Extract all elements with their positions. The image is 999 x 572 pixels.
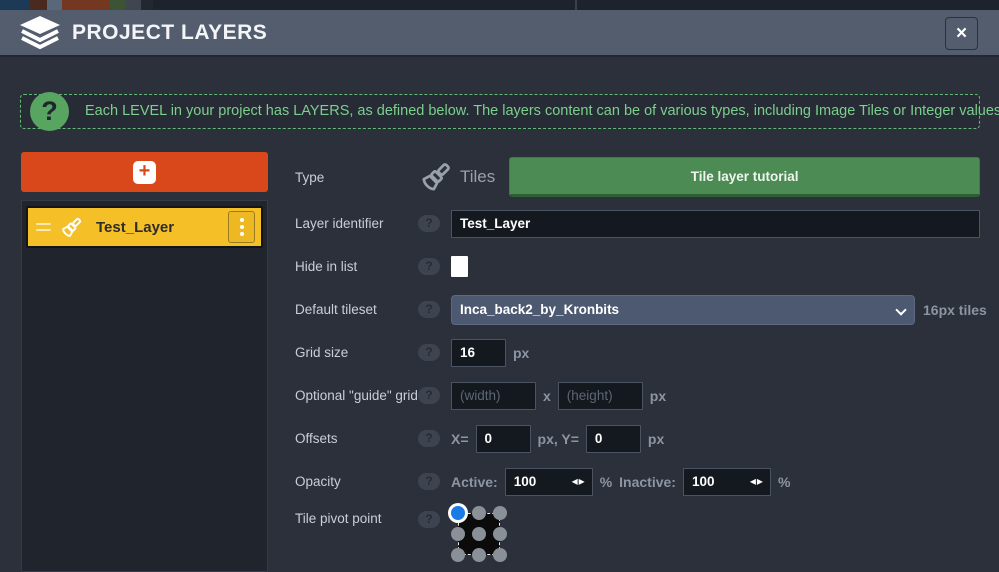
grid-size-label: Grid size [295,345,418,360]
grid-size-input[interactable] [451,339,506,367]
help-icon[interactable]: ? [418,511,440,528]
tile-pivot-row: Tile pivot point ? [280,503,999,563]
opacity-active-unit: % [600,474,612,490]
identifier-row: Layer identifier ? [280,202,999,245]
pivot-dot[interactable] [451,527,465,541]
offset-x-prefix: X= [451,431,469,447]
opacity-active-label: Active: [451,474,498,490]
opacity-inactive-label: Inactive: [619,474,676,490]
background-app-strip [0,0,999,10]
tile-pivot-label: Tile pivot point [295,511,418,526]
hide-in-list-label: Hide in list [295,259,418,274]
guide-grid-row: Optional "guide" grid ? x px [280,374,999,417]
layer-settings-form: Type Tiles Tile layer tutorial Layer ide… [280,152,999,572]
project-layers-panel: ? Each LEVEL in your project has LAYERS,… [0,57,999,572]
pivot-dot[interactable] [451,548,465,562]
hide-in-list-checkbox[interactable] [451,256,468,277]
offset-mid-text: px, Y= [538,431,579,447]
pivot-dot[interactable] [493,548,507,562]
type-value: Tiles [460,167,495,187]
bg-segment [47,0,62,10]
pivot-dot[interactable] [493,527,507,541]
help-icon[interactable]: ? [418,344,440,361]
help-icon[interactable]: ? [418,473,440,490]
offset-x-input[interactable] [476,425,531,453]
bg-segment [30,0,47,10]
tile-pivot-widget [451,506,509,564]
pivot-dot[interactable] [451,506,465,520]
pivot-dot[interactable] [472,548,486,562]
offsets-label: Offsets [295,431,418,446]
help-circle-icon: ? [30,92,69,131]
pivot-dot[interactable] [472,527,486,541]
layer-list-sidebar: + Test_Layer [21,152,268,572]
tiles-type-brush-icon [418,159,454,195]
guide-grid-label: Optional "guide" grid [295,388,418,403]
guide-grid-unit: px [650,388,666,404]
identifier-label: Layer identifier [295,216,418,231]
opacity-active-input[interactable] [505,468,593,496]
help-icon[interactable]: ? [418,215,440,232]
help-icon[interactable]: ? [418,430,440,447]
bg-segment [153,0,575,10]
opacity-inactive-unit: % [778,474,790,490]
info-banner-text: Each LEVEL in your project has LAYERS, a… [85,95,979,128]
offsets-unit: px [648,431,664,447]
page-title: PROJECT LAYERS [72,21,267,45]
guide-height-input[interactable] [558,382,643,410]
layers-icon [20,16,60,50]
opacity-label: Opacity [295,474,418,489]
type-label: Type [295,170,418,185]
tile-brush-icon [59,215,84,240]
guide-separator: x [543,388,551,404]
pivot-dot[interactable] [472,506,486,520]
bg-segment [125,0,141,10]
grid-size-row: Grid size ? px [280,331,999,374]
tileset-size-text: 16px tiles [923,302,987,318]
layer-list-item[interactable]: Test_Layer [26,206,263,248]
default-tileset-select[interactable]: Inca_back2_by_Kronbits [451,295,915,325]
pivot-dot[interactable] [493,506,507,520]
grid-size-unit: px [513,345,529,361]
close-button[interactable]: × [945,17,978,50]
opacity-inactive-input[interactable] [683,468,771,496]
bg-segment [62,0,110,10]
add-layer-button[interactable]: + [21,152,268,192]
hide-in-list-row: Hide in list ? [280,245,999,288]
bg-segment [110,0,125,10]
tile-layer-tutorial-button[interactable]: Tile layer tutorial [509,157,980,197]
help-icon[interactable]: ? [418,387,440,404]
help-icon[interactable]: ? [418,258,440,275]
layer-menu-button[interactable] [228,211,255,243]
bg-segment [577,0,999,10]
info-banner: ? Each LEVEL in your project has LAYERS,… [20,94,980,129]
default-tileset-label: Default tileset [295,302,418,317]
bg-segment [141,0,153,10]
opacity-row: Opacity ? Active: ◂▸ % Inactive: ◂▸ % [280,460,999,503]
type-row: Type Tiles Tile layer tutorial [280,152,999,202]
window-titlebar: PROJECT LAYERS × [0,10,999,57]
drag-handle-icon[interactable] [36,223,51,231]
bg-segment [0,0,30,10]
default-tileset-row: Default tileset ? Inca_back2_by_Kronbits… [280,288,999,331]
layer-name: Test_Layer [96,219,174,236]
layer-list: Test_Layer [21,200,268,572]
guide-width-input[interactable] [451,382,536,410]
plus-icon: + [133,161,156,184]
help-icon[interactable]: ? [418,301,440,318]
layer-identifier-input[interactable] [451,210,980,238]
offset-y-input[interactable] [586,425,641,453]
offsets-row: Offsets ? X= px, Y= px [280,417,999,460]
